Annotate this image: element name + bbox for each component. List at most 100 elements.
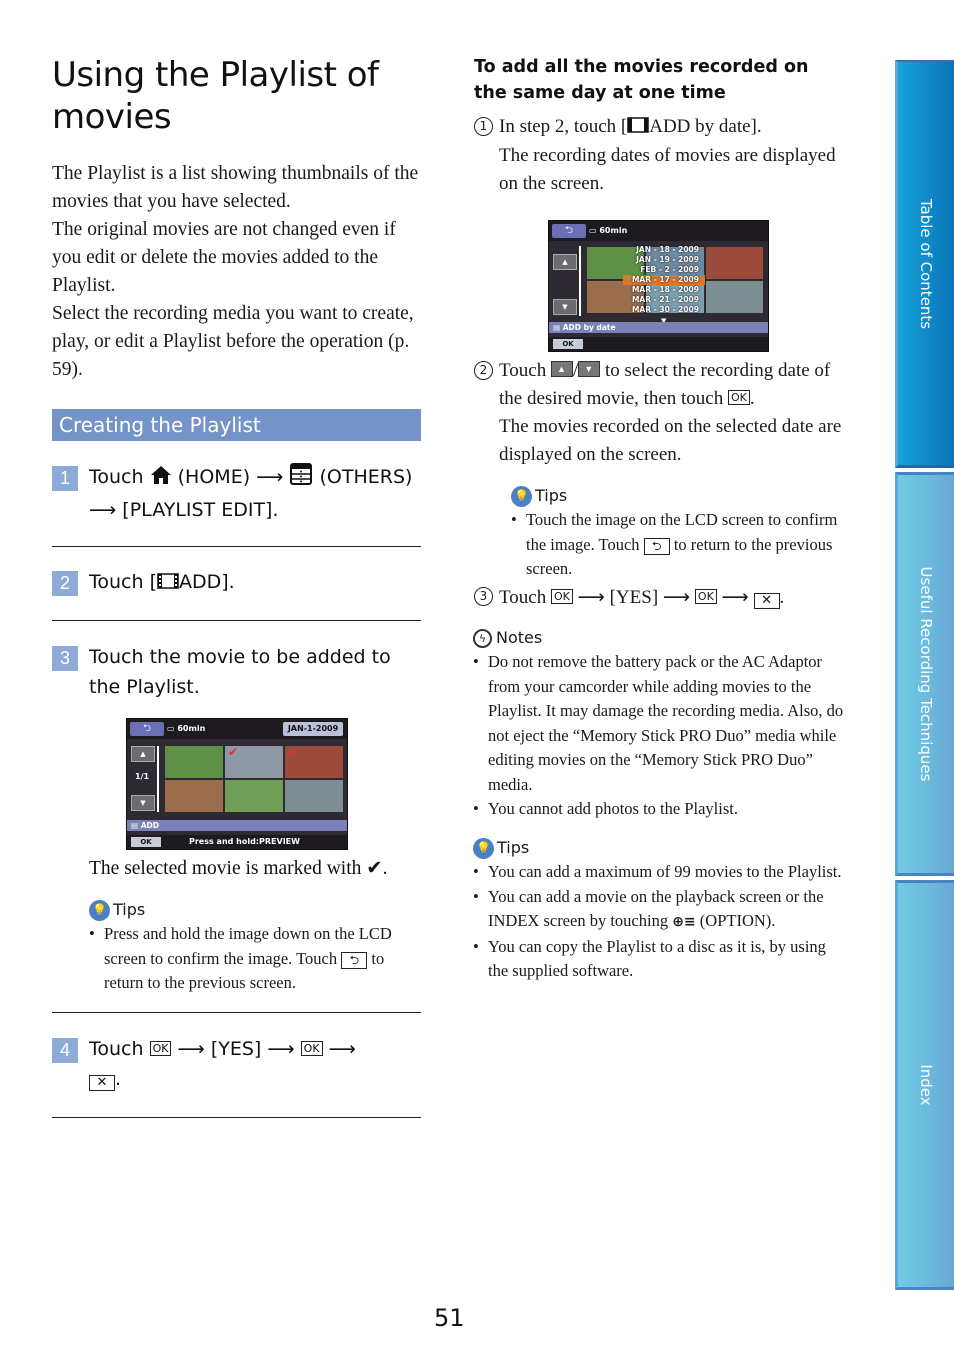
ok-icon: OK [728,390,750,405]
tips-box: 💡 Tips You can add a maximum of 99 movie… [473,836,848,984]
substep-3: 3 Touch OK ⟶ [YES] ⟶ OK ⟶ ✕. [474,583,846,612]
date-item[interactable]: MAR - 17 - 2009 [623,275,705,285]
ok-icon: OK [300,1041,323,1056]
checkmark-icon: ✔ [228,745,239,759]
page-indicator: 1/1 [135,772,150,781]
tip-item: Touch the image on the LCD screen to con… [511,508,846,582]
tip-item: You can add a movie on the playback scre… [473,885,848,935]
checkmark-icon: ✔ [288,745,299,759]
thumbnail[interactable] [705,247,763,279]
arrow-icon: ⟶ [577,586,605,608]
notes-icon: ϟ [473,628,492,648]
notes-box: ϟ Notes Do not remove the battery pack o… [473,626,848,822]
divider [52,620,421,621]
thumbnail[interactable] [165,746,223,778]
intro-paragraph: Select the recording media you want to c… [52,303,414,380]
date-item[interactable]: MAR - 30 - 2009 [623,305,705,315]
left-column: Using the Playlist of movies The Playlis… [52,54,422,384]
thumbnail[interactable] [285,780,343,812]
right-column: To add all the movies recorded on the sa… [474,54,846,106]
page-title: Using the Playlist of movies [52,55,379,137]
date-button[interactable]: JAN-1-2009 [283,722,343,736]
arrow-icon: ⟶ [89,499,117,521]
arrow-icon: ⟶ [328,1038,356,1060]
step-4: 4 Touch OK ⟶ [YES] ⟶ OK ⟶ ✕. [52,1034,421,1094]
step-number: 4 [52,1038,78,1063]
battery-icon: ▭ [167,724,175,733]
step-number: 1 [474,117,493,136]
divider [52,1117,421,1118]
close-icon: ✕ [753,593,780,609]
down-arrow-icon: ▼ [578,361,601,377]
option-icon: ⊕≡ [672,914,696,930]
tab-table-of-contents[interactable]: Table of Contents [895,60,954,468]
selected-note: The selected movie is marked with ✔. [89,858,388,879]
page-number: 51 [434,1304,465,1332]
battery-indicator: ▭ 60min [167,724,206,733]
checkmark-icon: ✔. [366,858,388,879]
date-item[interactable]: FEB - 2 - 2009 [623,265,705,275]
tip-item: You can add a maximum of 99 movies to th… [473,860,848,885]
ok-icon: OK [149,1041,172,1056]
ok-button[interactable]: OK [131,837,161,847]
tab-useful-recording-techniques[interactable]: Useful Recording Techniques [895,472,954,876]
arrow-icon: ⟶ [662,586,691,608]
arrow-icon: ⟶ [177,1038,205,1060]
substep-2: 2 Touch ▲ / ▼ to select the recording date… [474,357,846,469]
ok-icon: OK [694,589,717,604]
thumbnail[interactable] [225,780,283,812]
mode-strip: ▤ ADD [127,820,347,831]
intro-paragraph: The Playlist is a list showing thumbnail… [52,163,419,212]
lcd-add-by-date-screen: ⮌ ▭ 60min ▲ ▼ JAN - 18 - 2009 JAN - 19 - … [548,220,769,352]
date-item[interactable]: JAN - 19 - 2009 [623,255,705,265]
step-number: 1 [52,466,78,491]
scrollbar[interactable] [579,246,581,316]
note-item: Do not remove the battery pack or the AC… [473,650,848,797]
divider [52,1012,421,1013]
battery-icon: ▭ [589,226,597,235]
tip-item: Press and hold the image down on the LCD… [89,922,419,996]
tip-item: You can copy the Playlist to a disc as i… [473,935,848,984]
film-icon [627,114,649,142]
step-3: 3 Touch the movie to be added to the Pla… [52,642,421,702]
preview-hint: Press and hold:PREVIEW [189,837,300,846]
lightbulb-icon: 💡 [511,485,532,507]
intro-paragraph: The original movies are not changed even… [52,219,396,296]
close-icon: ✕ [89,1075,115,1091]
arrow-icon: ⟶ [267,1038,295,1060]
up-arrow-icon: ▲ [550,361,573,377]
back-button[interactable]: ⮌ [552,224,586,238]
thumbnail[interactable] [705,281,763,313]
tab-index[interactable]: Index [895,880,954,1290]
date-item[interactable]: MAR - 18 - 2009 [623,285,705,295]
date-list: JAN - 18 - 2009 JAN - 19 - 2009 FEB - 2 - … [623,245,705,315]
back-button[interactable]: ⮌ [130,722,164,736]
battery-indicator: ▭ 60min [589,226,628,235]
section-heading: Creating the Playlist [52,409,421,441]
scrollbar[interactable] [157,746,159,812]
scroll-down-button[interactable]: ▼ [131,795,155,811]
thumbnail[interactable]: ✔ [225,746,283,778]
film-icon: ▤ [131,821,139,830]
thumbnail[interactable]: ✔ [285,746,343,778]
subheading: To add all the movies recorded on the sa… [474,57,809,103]
ok-button[interactable]: OK [553,339,583,349]
return-icon: ⮌ [643,537,670,555]
others-icon [289,462,313,495]
return-icon: ⮌ [341,951,368,969]
mode-strip: ▤ ADD by date [549,322,768,333]
arrow-icon: ⟶ [721,586,749,608]
date-item[interactable]: JAN - 18 - 2009 [623,245,705,255]
film-icon: ▤ [553,323,561,332]
substep-1: 1 In step 2, touch [ ADD by date]. The r… [474,113,846,198]
film-icon [157,568,179,598]
date-item[interactable]: MAR - 21 - 2009 [623,295,705,305]
scroll-down-button[interactable]: ▼ [553,299,577,315]
lightbulb-icon: 💡 [89,899,110,921]
thumbnail[interactable] [165,780,223,812]
arrow-icon: ⟶ [256,466,284,488]
scroll-up-button[interactable]: ▲ [553,254,577,270]
scroll-up-button[interactable]: ▲ [131,746,155,762]
home-icon [150,464,172,494]
thumbnail-grid: ✔ ✔ [165,746,343,812]
